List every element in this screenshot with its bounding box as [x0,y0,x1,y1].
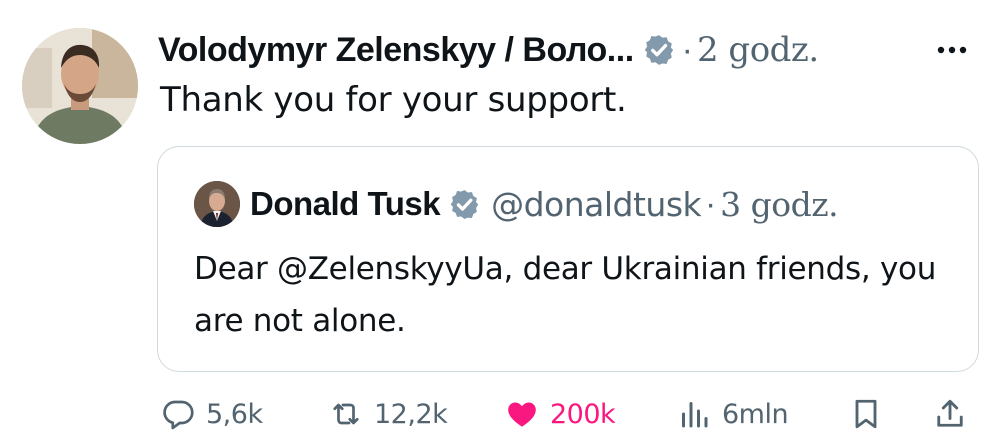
views-icon [682,402,708,428]
quoted-post-text: Dear @ZelenskyyUa, dear Ukrainian friend… [194,251,937,339]
bookmark-button[interactable] [848,392,884,436]
author-name[interactable]: Volodymyr Zelenskyy / Воло... [158,31,634,70]
verified-badge-icon [644,35,673,65]
share-icon [937,399,963,427]
repost-button[interactable]: 12,2k [328,392,448,436]
share-button[interactable] [932,392,968,436]
quoted-post-timestamp[interactable]: 3 godz. [720,185,838,224]
bookmark-icon [855,399,877,429]
avatar-image [22,28,138,144]
quoted-post[interactable]: Donald Tusk @donaldtusk · 3 godz. Dear @… [157,146,979,372]
quoted-author-name[interactable]: Donald Tusk [250,185,441,223]
like-count: 200k [550,398,616,430]
heart-icon [508,402,536,427]
views-button[interactable]: 6mln [676,392,789,436]
quoted-avatar-image [194,181,240,227]
repost-icon [333,403,359,425]
like-button[interactable]: 200k [504,392,616,436]
repost-count: 12,2k [374,398,448,430]
post-text: Thank you for your support. [160,80,627,120]
comment-icon [163,400,194,430]
author-avatar[interactable] [22,28,138,144]
post-timestamp[interactable]: 2 godz. [697,30,819,70]
more-button[interactable] [930,28,974,72]
quoted-header-separator: · [705,185,717,222]
views-count: 6mln [722,398,789,430]
quoted-author-handle[interactable]: @donaldtusk [491,185,702,224]
header-separator: · [681,30,693,69]
verified-badge-icon [450,189,479,219]
quoted-author-avatar[interactable] [194,181,240,227]
post-header: Volodymyr Zelenskyy / Воло... · 2 godz. [158,26,980,74]
reply-count: 5,6k [206,398,263,430]
more-icon [937,46,967,54]
action-bar: 5,6k 12,2k 200k 6mln [156,392,980,436]
reply-button[interactable]: 5,6k [160,392,263,436]
quoted-post-header: Donald Tusk @donaldtusk · 3 godz. [194,181,839,227]
